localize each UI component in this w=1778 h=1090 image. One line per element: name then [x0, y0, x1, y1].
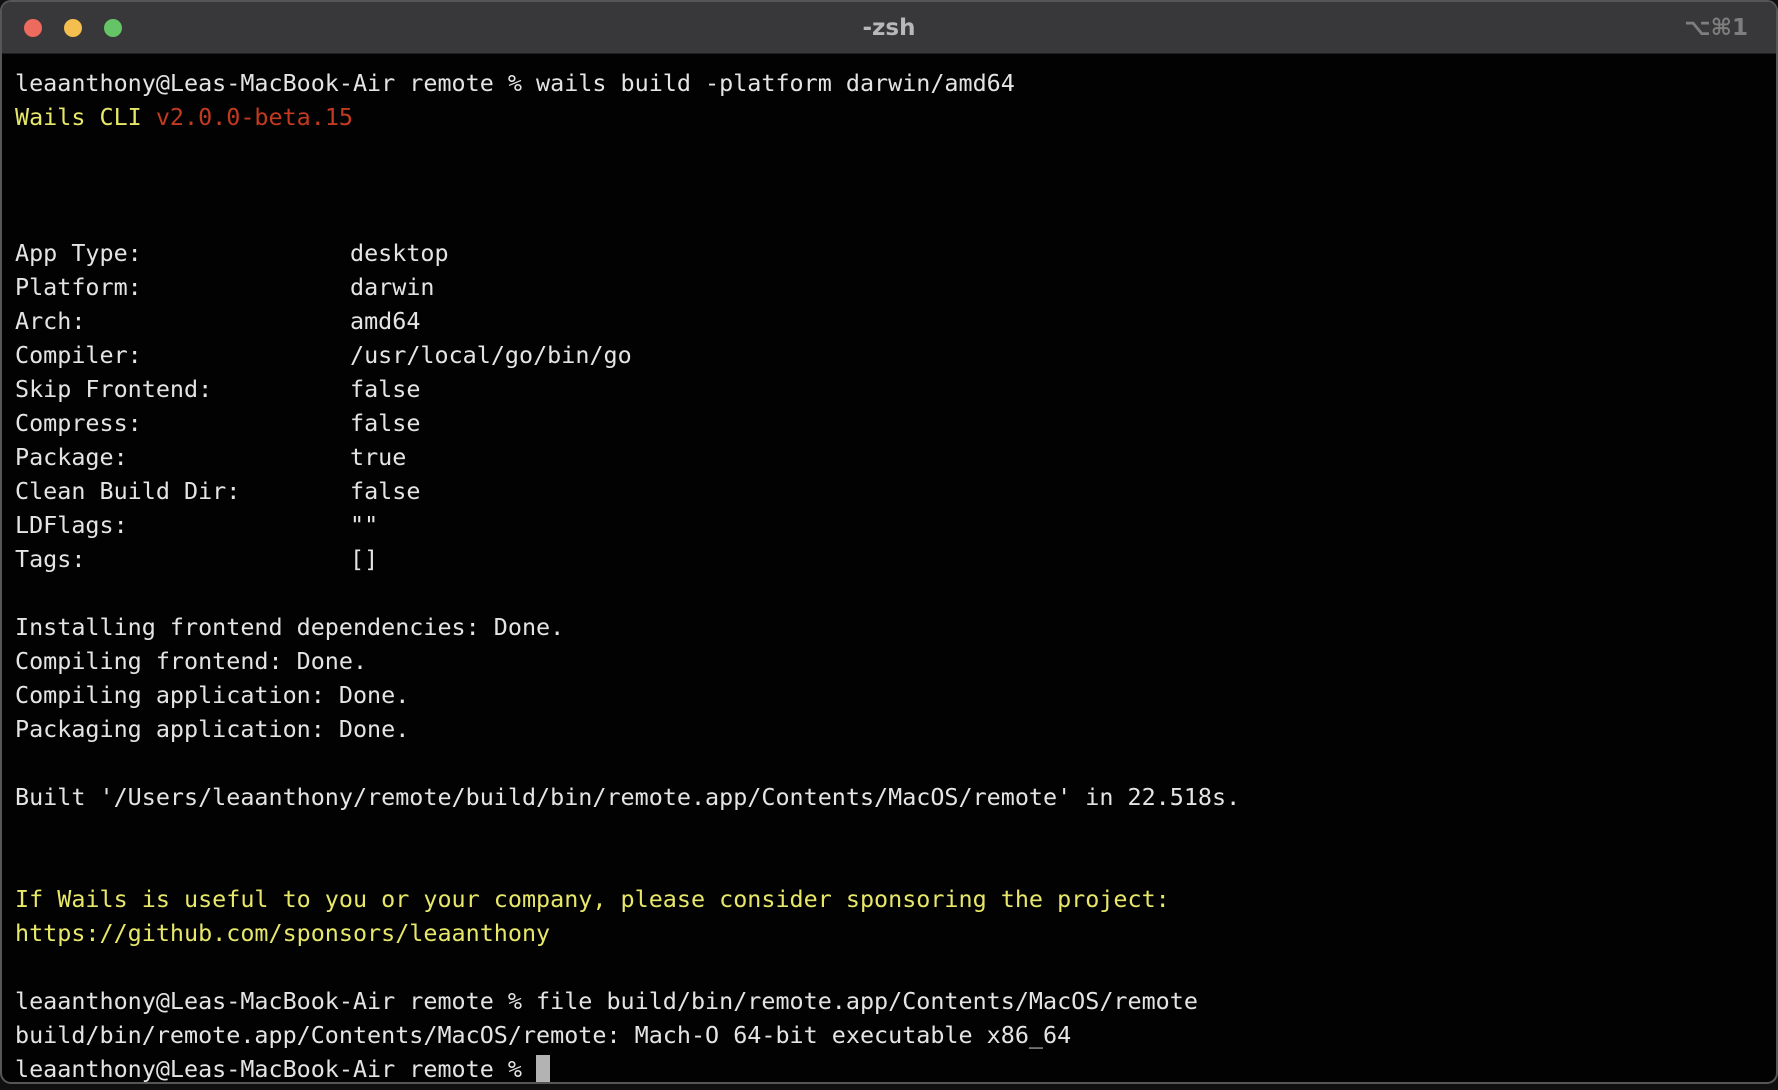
- wails-cli-label: Wails CLI: [15, 103, 156, 131]
- terminal-line-command-2: leaanthony@Leas-MacBook-Air remote % fil…: [15, 984, 1762, 1018]
- terminal-line-blank: [15, 168, 1762, 202]
- build-info-value: false: [350, 409, 420, 437]
- terminal-cursor[interactable]: [536, 1055, 550, 1082]
- build-info-label: Arch:: [15, 304, 350, 338]
- build-info-value: amd64: [350, 307, 420, 335]
- build-info-value: desktop: [350, 239, 449, 267]
- build-info-row: Arch:amd64: [15, 304, 1762, 338]
- terminal-line-built: Built '/Users/leaanthony/remote/build/bi…: [15, 780, 1762, 814]
- terminal-line-progress: Compiling frontend: Done.: [15, 644, 1762, 678]
- build-info-label: App Type:: [15, 236, 350, 270]
- build-info-label: Clean Build Dir:: [15, 474, 350, 508]
- sponsor-link[interactable]: https://github.com/sponsors/leaanthony: [15, 916, 1762, 950]
- wails-version-label: v2.0.0-beta.15: [156, 103, 353, 131]
- terminal-line-command-1: leaanthony@Leas-MacBook-Air remote % wai…: [15, 66, 1762, 100]
- window-title: -zsh: [2, 2, 1776, 54]
- window-shortcut-badge: ⌥⌘1: [1684, 2, 1748, 54]
- build-info-label: Compress:: [15, 406, 350, 440]
- build-info-row: App Type:desktop: [15, 236, 1762, 270]
- build-info-value: "": [350, 511, 378, 539]
- build-info-value: false: [350, 477, 420, 505]
- terminal-line-blank: [15, 576, 1762, 610]
- terminal-line-banner: Wails CLI v2.0.0-beta.15: [15, 100, 1762, 134]
- build-info-label: Skip Frontend:: [15, 372, 350, 406]
- build-info-row: Compress:false: [15, 406, 1762, 440]
- terminal-line-blank: [15, 848, 1762, 882]
- build-info-value: true: [350, 443, 406, 471]
- prompt-text: leaanthony@Leas-MacBook-Air remote %: [15, 1055, 522, 1083]
- build-info-label: Package:: [15, 440, 350, 474]
- terminal-line-blank: [15, 202, 1762, 236]
- terminal-line-blank: [15, 950, 1762, 984]
- terminal-line-blank: [15, 814, 1762, 848]
- terminal-line-progress: Installing frontend dependencies: Done.: [15, 610, 1762, 644]
- titlebar[interactable]: -zsh ⌥⌘1: [2, 2, 1776, 54]
- build-info-row: LDFlags:"": [15, 508, 1762, 542]
- terminal-line-blank: [15, 134, 1762, 168]
- build-info-label: Compiler:: [15, 338, 350, 372]
- build-info-row: Skip Frontend:false: [15, 372, 1762, 406]
- terminal-window: -zsh ⌥⌘1 leaanthony@Leas-MacBook-Air rem…: [0, 0, 1778, 1084]
- build-info-value: darwin: [350, 273, 435, 301]
- terminal-line-file-output: build/bin/remote.app/Contents/MacOS/remo…: [15, 1018, 1762, 1052]
- terminal-line-progress: Compiling application: Done.: [15, 678, 1762, 712]
- terminal-line-prompt: leaanthony@Leas-MacBook-Air remote %: [15, 1052, 1762, 1084]
- build-info-label: Tags:: [15, 542, 350, 576]
- terminal-line-blank: [15, 746, 1762, 780]
- build-info-value: false: [350, 375, 420, 403]
- terminal-screen[interactable]: leaanthony@Leas-MacBook-Air remote % wai…: [2, 54, 1776, 1084]
- build-info-row: Compiler:/usr/local/go/bin/go: [15, 338, 1762, 372]
- terminal-line-sponsor: If Wails is useful to you or your compan…: [15, 882, 1762, 916]
- build-info-value: /usr/local/go/bin/go: [350, 341, 632, 369]
- build-info-label: LDFlags:: [15, 508, 350, 542]
- build-info-label: Platform:: [15, 270, 350, 304]
- build-info-value: []: [350, 545, 378, 573]
- build-info-row: Platform:darwin: [15, 270, 1762, 304]
- build-info-row: Tags:[]: [15, 542, 1762, 576]
- terminal-line-progress: Packaging application: Done.: [15, 712, 1762, 746]
- build-info-row: Package:true: [15, 440, 1762, 474]
- build-info-row: Clean Build Dir:false: [15, 474, 1762, 508]
